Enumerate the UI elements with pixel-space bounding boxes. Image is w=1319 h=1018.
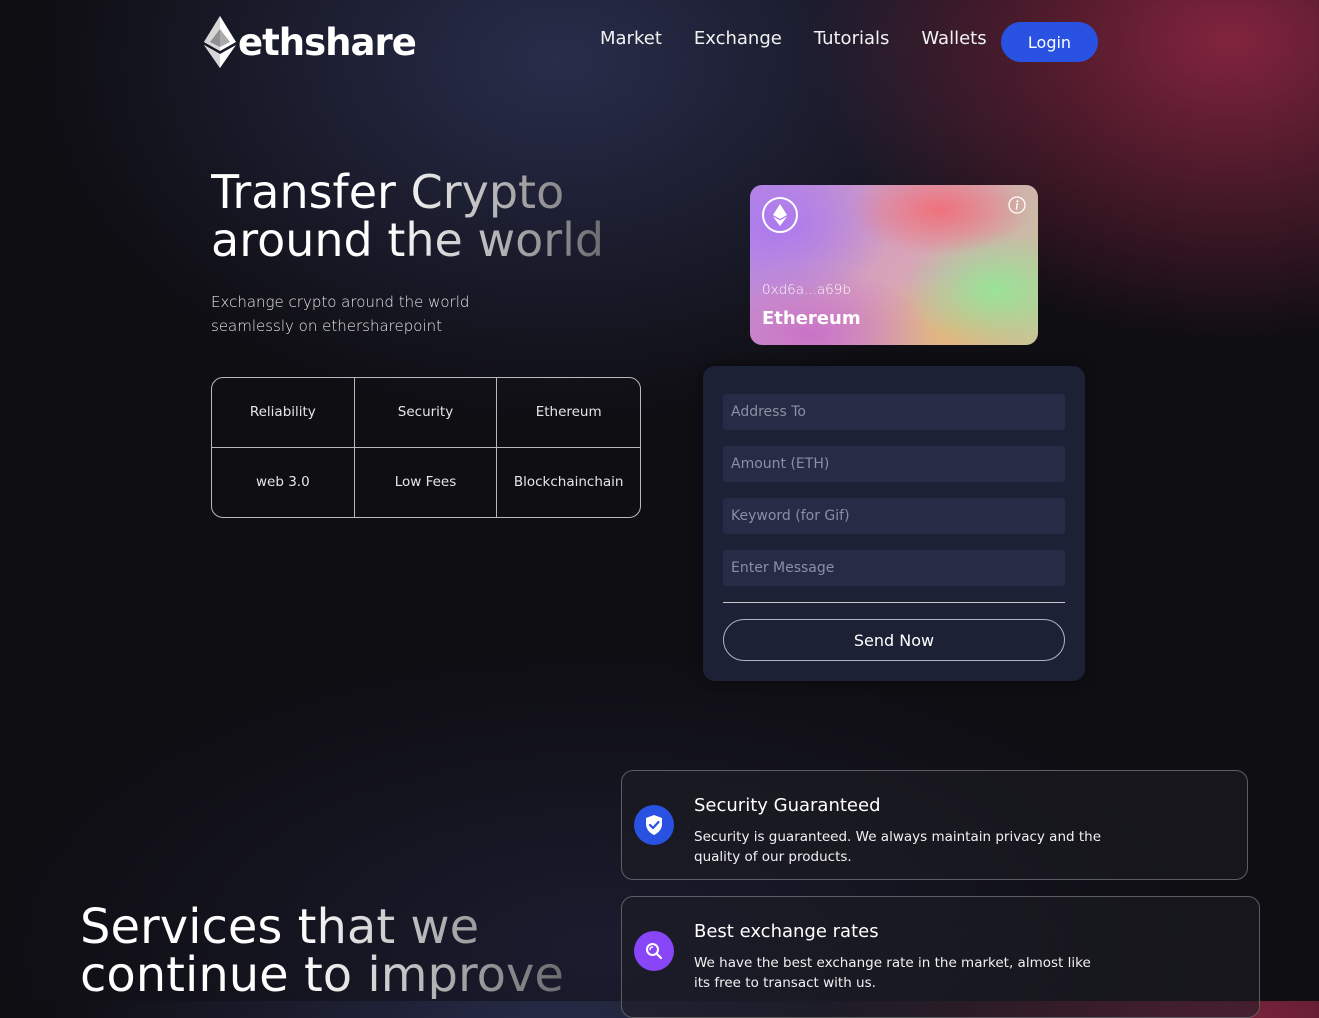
- card-currency-label: Ethereum: [762, 308, 861, 329]
- feature-low-fees: Low Fees: [355, 447, 498, 517]
- form-divider: [723, 602, 1065, 603]
- main-nav: Market Exchange Tutorials Wallets: [600, 28, 1019, 49]
- feature-grid: Reliability Security Ethereum web 3.0 Lo…: [211, 377, 641, 518]
- service-card-exchange-rates: Best exchange rates We have the best exc…: [621, 896, 1260, 1018]
- info-icon[interactable]: [1008, 196, 1026, 214]
- nav-item-tutorials[interactable]: Tutorials: [814, 28, 890, 49]
- shield-check-icon: [634, 805, 674, 845]
- nav-item-wallets[interactable]: Wallets: [921, 28, 986, 49]
- nav-item-exchange[interactable]: Exchange: [694, 28, 782, 49]
- feature-security: Security: [354, 378, 498, 448]
- service-title: Best exchange rates: [694, 921, 879, 942]
- hero-subtitle: Exchange crypto around the world seamles…: [211, 293, 470, 335]
- message-input[interactable]: [723, 550, 1065, 586]
- service-description: We have the best exchange rate in the ma…: [694, 955, 1091, 991]
- hero-title: Transfer Crypto around the world: [211, 168, 604, 264]
- service-title: Security Guaranteed: [694, 795, 881, 816]
- amount-input[interactable]: [723, 446, 1065, 482]
- hero-title-line1: Transfer Crypto: [211, 165, 565, 219]
- services-title-line2: continue to improve: [80, 947, 564, 1003]
- address-to-input[interactable]: [723, 394, 1065, 430]
- service-description: Security is guaranteed. We always mainta…: [694, 829, 1102, 865]
- logo-text: ethshare: [238, 20, 417, 64]
- wallet-address: 0xd6a...a69b: [762, 282, 851, 298]
- service-card-security: Security Guaranteed Security is guarante…: [621, 770, 1248, 880]
- keyword-input[interactable]: [723, 498, 1065, 534]
- feature-web3: web 3.0: [212, 447, 355, 517]
- search-icon: [634, 931, 674, 971]
- feature-blockchain: Blockchainchain: [513, 474, 624, 491]
- eth-card: 0xd6a...a69b Ethereum: [750, 185, 1038, 345]
- logo[interactable]: ethshare: [204, 16, 417, 68]
- transfer-form: Send Now: [703, 366, 1085, 681]
- ethereum-icon: [762, 197, 798, 233]
- feature-ethereum: Ethereum: [497, 378, 640, 448]
- feature-reliability: Reliability: [212, 378, 355, 448]
- hero-title-line2: around the world: [211, 213, 605, 267]
- send-now-button[interactable]: Send Now: [723, 619, 1065, 661]
- nav-item-market[interactable]: Market: [600, 28, 662, 49]
- ethereum-logo-icon: [204, 16, 236, 68]
- login-button[interactable]: Login: [1001, 22, 1098, 62]
- services-title: Services that we continue to improve: [80, 903, 564, 999]
